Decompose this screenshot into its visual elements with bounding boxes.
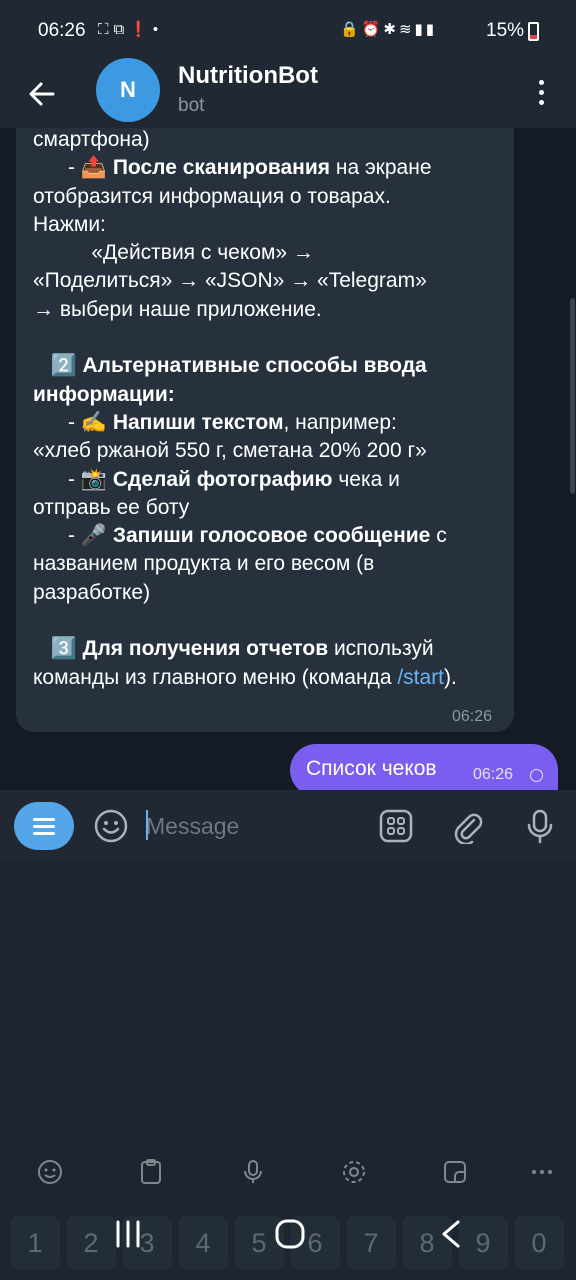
incoming-message[interactable]: смартфона) - 📤 После сканирования на экр… bbox=[16, 128, 514, 732]
alert-icon: ❗ bbox=[129, 21, 153, 38]
signal-icon: ▮ bbox=[425, 21, 438, 38]
chat-subtitle: bot bbox=[178, 95, 205, 116]
status-left-icons: ⛶⧉❗• bbox=[98, 20, 163, 38]
more-options-button[interactable] bbox=[528, 72, 554, 112]
back-button[interactable] bbox=[22, 74, 62, 114]
sending-clock-icon bbox=[530, 769, 543, 782]
message-time: 06:26 bbox=[473, 766, 514, 783]
message-text: Список чеков bbox=[306, 757, 437, 780]
message-text: смартфона) - 📤 После сканирования на экр… bbox=[33, 128, 457, 689]
outgoing-message[interactable]: Список чеков 06:26 bbox=[290, 744, 558, 790]
key-4[interactable]: 4 bbox=[178, 1216, 228, 1270]
back-nav-icon[interactable] bbox=[432, 1214, 472, 1254]
alarm-icon: ⏰ bbox=[361, 21, 384, 38]
home-icon[interactable] bbox=[270, 1214, 310, 1254]
status-right-icons: 🔒⏰✱≋▮▮ bbox=[340, 20, 437, 38]
status-time: 06:26 bbox=[38, 20, 86, 41]
chat-header: N NutritionBot bot bbox=[0, 58, 576, 128]
microphone-icon[interactable] bbox=[522, 808, 558, 844]
keyboard-area: 1 2 3 4 5 6 7 8 9 0 bbox=[0, 862, 576, 1280]
screen-recorder-icon: ⧉ bbox=[113, 21, 130, 38]
lock-icon: 🔒 bbox=[340, 21, 362, 38]
key-0[interactable]: 0 bbox=[514, 1216, 564, 1270]
settings-icon[interactable] bbox=[340, 1158, 368, 1186]
bot-commands-icon[interactable] bbox=[378, 808, 414, 844]
scrollbar[interactable] bbox=[570, 298, 575, 494]
voice-input-icon[interactable] bbox=[239, 1158, 267, 1186]
clipboard-icon[interactable] bbox=[137, 1158, 165, 1186]
signal-icon: ▮ bbox=[414, 21, 426, 38]
message-time: 06:26 bbox=[452, 708, 493, 725]
chat-title[interactable]: NutritionBot bbox=[178, 62, 318, 90]
bot-menu-button[interactable] bbox=[14, 802, 74, 850]
bluetooth-icon: ✱ bbox=[383, 21, 399, 38]
emoji-icon[interactable] bbox=[93, 808, 129, 844]
battery-icon bbox=[528, 22, 539, 41]
status-bar: 06:26 ⛶⧉❗• 🔒⏰✱≋▮▮ 15% bbox=[0, 0, 576, 62]
dot-icon: • bbox=[152, 21, 164, 38]
start-command-link[interactable]: /start bbox=[397, 666, 444, 689]
key-1[interactable]: 1 bbox=[10, 1216, 60, 1270]
arrow-left-icon bbox=[29, 82, 55, 106]
text-cursor bbox=[146, 810, 148, 840]
recent-apps-icon[interactable] bbox=[108, 1214, 148, 1254]
message-input[interactable] bbox=[146, 808, 356, 844]
attach-icon[interactable] bbox=[450, 808, 486, 844]
avatar[interactable]: N bbox=[96, 58, 160, 122]
screenshot-icon: ⛶ bbox=[98, 21, 114, 38]
wifi-icon: ≋ bbox=[398, 21, 415, 38]
key-7[interactable]: 7 bbox=[346, 1216, 396, 1270]
more-icon[interactable] bbox=[528, 1158, 556, 1186]
battery-percent: 15% bbox=[486, 20, 525, 41]
composer bbox=[0, 790, 576, 862]
message-list[interactable]: смартфона) - 📤 После сканирования на экр… bbox=[0, 128, 576, 790]
emoji-panel-icon[interactable] bbox=[36, 1158, 64, 1186]
sticker-icon[interactable] bbox=[441, 1158, 469, 1186]
